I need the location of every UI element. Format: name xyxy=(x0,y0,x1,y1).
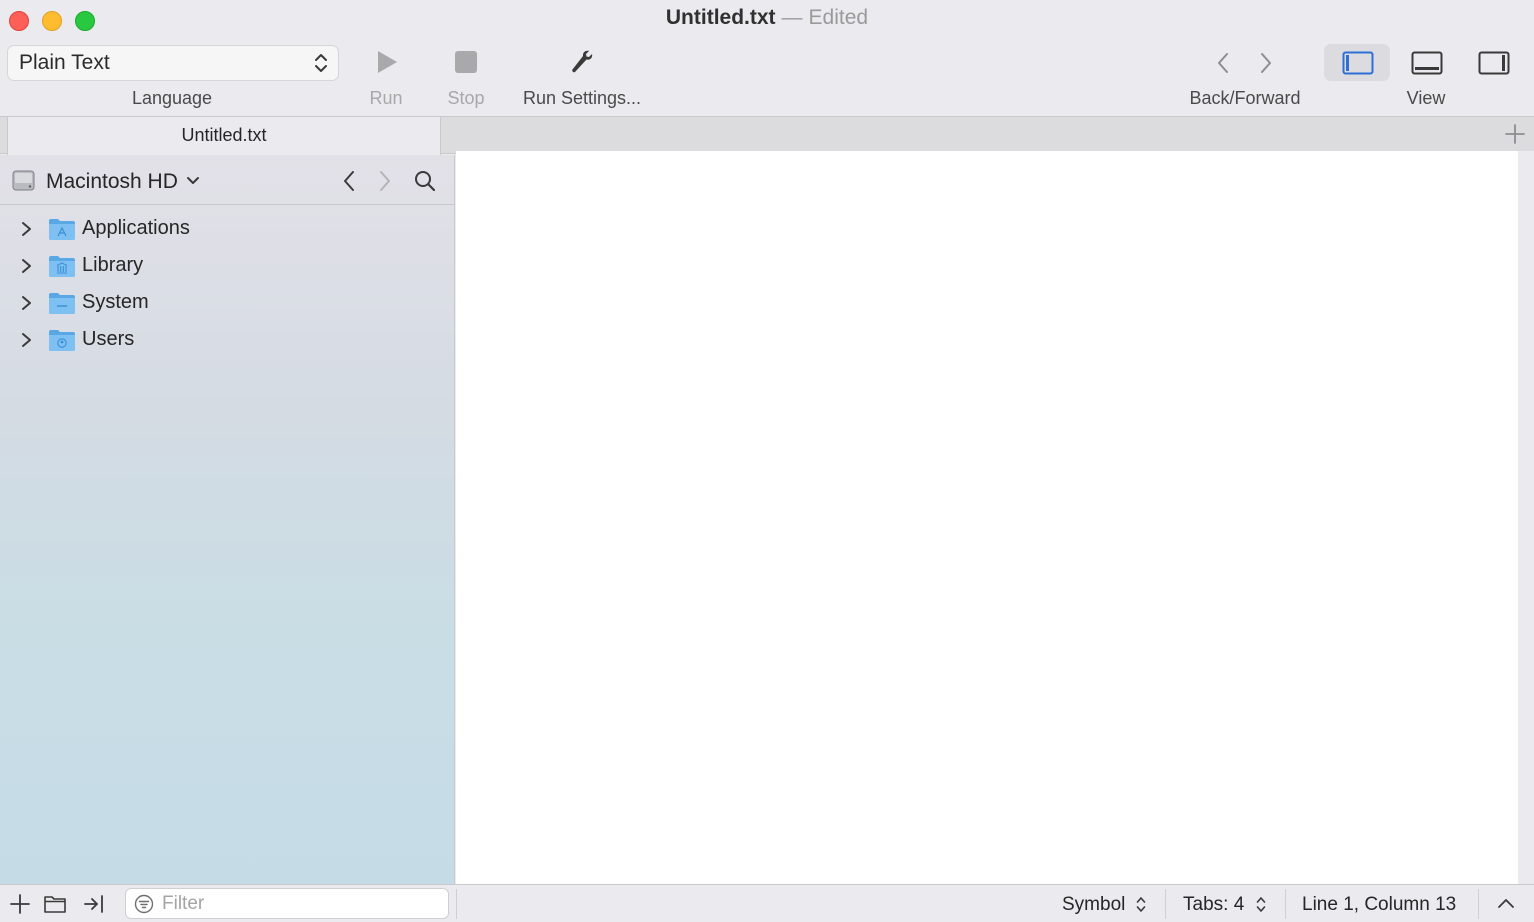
stop-button-label[interactable]: Stop xyxy=(436,88,496,109)
status-divider xyxy=(1285,889,1286,919)
hard-disk-icon xyxy=(12,170,35,191)
window-title-status: Edited xyxy=(808,6,869,29)
filter-icon xyxy=(134,894,154,914)
bottom-panel-icon xyxy=(1411,51,1443,75)
tab-untitled[interactable]: Untitled.txt xyxy=(7,117,441,155)
updown-chevron-icon[interactable] xyxy=(1256,896,1266,913)
stop-icon[interactable] xyxy=(454,50,478,74)
tree-item-system[interactable]: System xyxy=(0,285,454,322)
editor-window: Untitled.txt — Edited Plain Text Language … xyxy=(0,0,1534,922)
disclosure-chevron-icon[interactable] xyxy=(19,220,33,238)
file-browser-sidebar: Macintosh HD Applications Library System… xyxy=(0,155,455,885)
new-folder-icon[interactable] xyxy=(43,893,67,915)
symbol-menu[interactable]: Symbol xyxy=(1062,894,1125,916)
forward-chevron-icon[interactable] xyxy=(1258,51,1274,75)
tree-item-label: System xyxy=(82,291,149,313)
cursor-position[interactable]: Line 1, Column 13 xyxy=(1302,894,1456,916)
sidebar-right-icon xyxy=(1478,51,1510,75)
play-icon[interactable] xyxy=(375,49,399,75)
status-divider xyxy=(1165,889,1166,919)
view-left-sidebar-button[interactable] xyxy=(1324,44,1390,81)
view-bottom-panel-button[interactable] xyxy=(1393,44,1459,81)
tree-item-library[interactable]: Library xyxy=(0,248,454,285)
disclosure-chevron-icon[interactable] xyxy=(19,331,33,349)
users-folder-icon xyxy=(49,330,75,351)
window-title-separator: — xyxy=(781,6,803,29)
updown-chevron-icon[interactable] xyxy=(1136,896,1146,913)
tree-item-label: Applications xyxy=(82,217,190,239)
wrench-icon[interactable] xyxy=(569,48,595,76)
sidebar-left-icon xyxy=(1342,51,1374,75)
status-divider xyxy=(456,889,457,919)
window-title: Untitled.txt — Edited xyxy=(0,6,1534,30)
filter-input[interactable] xyxy=(162,893,442,915)
chevron-up-icon[interactable] xyxy=(1496,895,1516,911)
tabs-setting-menu[interactable]: Tabs: 4 xyxy=(1183,894,1244,916)
tree-item-users[interactable]: Users xyxy=(0,322,454,359)
browser-back-icon[interactable] xyxy=(340,169,358,193)
run-settings-button-label[interactable]: Run Settings... xyxy=(506,88,658,109)
add-file-plus-icon[interactable] xyxy=(8,893,32,915)
applications-folder-icon xyxy=(49,219,75,240)
window-title-filename: Untitled.txt xyxy=(665,6,776,29)
chevron-down-icon[interactable] xyxy=(186,176,200,186)
file-tree: Applications Library System Users xyxy=(0,211,454,359)
status-divider xyxy=(1478,889,1479,919)
search-icon[interactable] xyxy=(413,169,437,193)
system-folder-icon xyxy=(49,293,75,314)
tree-item-label: Users xyxy=(82,328,135,350)
reveal-in-browser-icon[interactable] xyxy=(82,893,106,915)
updown-chevron-icon xyxy=(315,54,327,72)
disclosure-chevron-icon[interactable] xyxy=(19,257,33,275)
language-label: Language xyxy=(131,88,213,108)
tree-item-applications[interactable]: Applications xyxy=(0,211,454,248)
editor-gutter-right xyxy=(1518,151,1534,884)
back-forward-label: Back/Forward xyxy=(1189,88,1301,108)
view-label: View xyxy=(1406,88,1446,108)
filter-field[interactable] xyxy=(125,888,449,919)
run-button-label[interactable]: Run xyxy=(356,88,416,109)
new-tab-plus-icon[interactable] xyxy=(1504,123,1526,145)
text-editor[interactable] xyxy=(456,151,1518,884)
language-select[interactable]: Plain Text xyxy=(7,45,339,81)
toolbar: Untitled.txt — Edited Plain Text Language … xyxy=(0,0,1534,116)
browser-forward-icon[interactable] xyxy=(376,169,394,193)
status-bar: Symbol Tabs: 4 Line 1, Column 13 xyxy=(0,884,1534,922)
disclosure-chevron-icon[interactable] xyxy=(19,294,33,312)
library-folder-icon xyxy=(49,256,75,277)
back-chevron-icon[interactable] xyxy=(1215,51,1231,75)
tab-bar: Untitled.txt xyxy=(0,116,1534,155)
view-right-sidebar-button[interactable] xyxy=(1462,44,1528,81)
tree-item-label: Library xyxy=(82,254,144,276)
language-select-value: Plain Text xyxy=(19,51,110,74)
location-selector[interactable]: Macintosh HD xyxy=(46,170,178,194)
file-browser-header: Macintosh HD xyxy=(0,155,454,205)
